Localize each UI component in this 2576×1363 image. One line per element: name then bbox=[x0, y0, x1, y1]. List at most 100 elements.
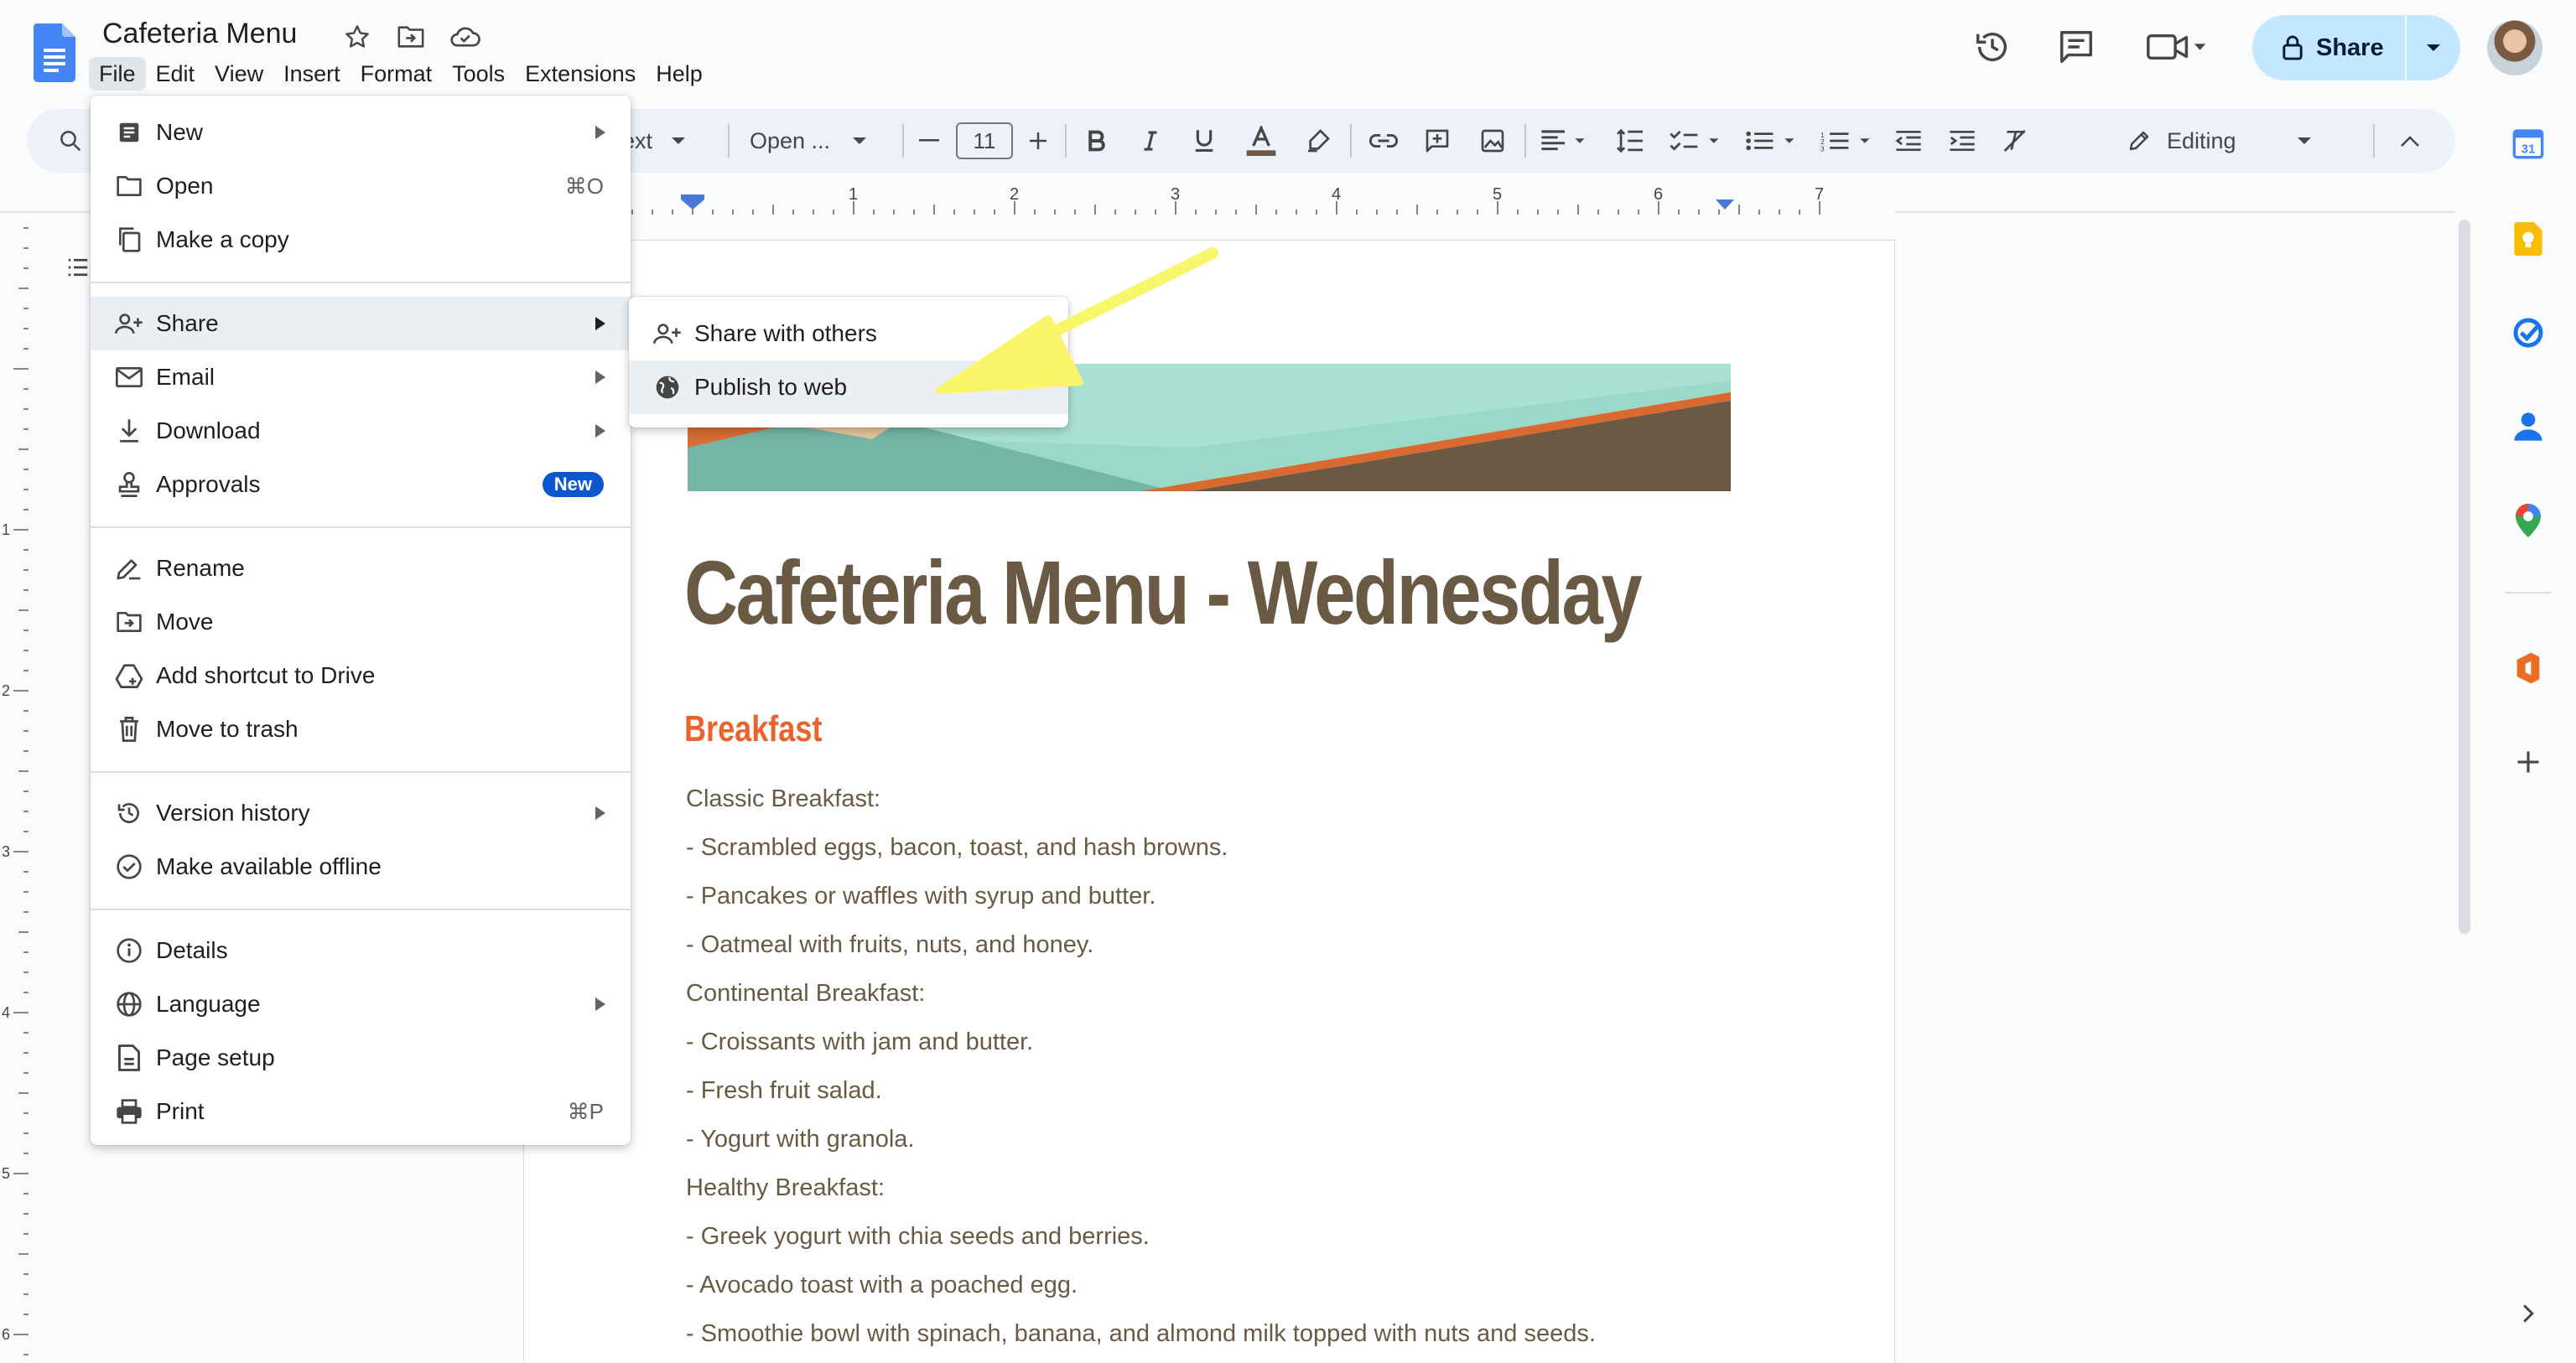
menu-item-print[interactable]: Print ⌘P bbox=[91, 1085, 631, 1138]
section-heading: Breakfast bbox=[684, 708, 823, 749]
decrease-font-size-button[interactable] bbox=[916, 124, 943, 158]
move-folder-icon bbox=[112, 605, 146, 639]
increase-indent-icon[interactable] bbox=[1945, 124, 1979, 158]
menu-item-approvals[interactable]: Approvals New bbox=[91, 458, 631, 511]
numbered-list-icon[interactable]: 123 bbox=[1818, 124, 1877, 158]
share-button[interactable]: Share bbox=[2252, 15, 2460, 80]
editing-mode-dropdown[interactable]: Editing bbox=[2127, 124, 2345, 158]
menu-item-label: Make available offline bbox=[156, 853, 382, 879]
maps-icon[interactable] bbox=[2507, 500, 2549, 542]
chevron-right-icon[interactable] bbox=[2507, 1293, 2549, 1334]
mail-icon bbox=[112, 360, 146, 394]
insert-image-icon[interactable] bbox=[1476, 124, 1509, 158]
office-addon-icon[interactable] bbox=[2507, 647, 2549, 689]
menu-item-language[interactable]: Language bbox=[91, 977, 631, 1031]
vertical-ruler[interactable]: 1 2 3 4 5 6 bbox=[0, 213, 29, 1363]
copy-icon bbox=[112, 223, 146, 257]
menu-item-make-copy[interactable]: Make a copy bbox=[91, 213, 631, 267]
share-button-label: Share bbox=[2316, 34, 2384, 61]
menu-view[interactable]: View bbox=[205, 57, 273, 91]
checklist-icon[interactable] bbox=[1667, 124, 1726, 158]
menu-item-rename[interactable]: Rename bbox=[91, 542, 631, 595]
increase-font-size-button[interactable] bbox=[1025, 124, 1052, 158]
menu-item-label: Email bbox=[156, 364, 216, 390]
menu-file[interactable]: File bbox=[89, 57, 146, 91]
share-dropdown-button[interactable] bbox=[2407, 43, 2460, 53]
menu-insert[interactable]: Insert bbox=[273, 57, 351, 91]
ruler-number: 6 bbox=[1654, 185, 1663, 204]
move-folder-icon[interactable] bbox=[394, 20, 428, 54]
menu-item-label: Language bbox=[156, 991, 261, 1017]
body-line: - Pancakes or waffles with syrup and but… bbox=[686, 883, 1156, 910]
search-menus-icon[interactable] bbox=[54, 124, 87, 158]
ruler-number: 2 bbox=[1010, 185, 1019, 204]
body-line: Classic Breakfast: bbox=[686, 785, 881, 812]
submenu-arrow-icon bbox=[595, 317, 605, 330]
version-history-icon[interactable] bbox=[1971, 25, 2014, 69]
font-dropdown[interactable]: Open ... bbox=[750, 124, 884, 158]
chevron-down-icon bbox=[853, 137, 867, 144]
body-line: - Scrambled eggs, bacon, toast, and hash… bbox=[686, 834, 1228, 861]
star-icon[interactable] bbox=[340, 20, 374, 54]
trash-icon bbox=[112, 713, 146, 746]
menu-item-move[interactable]: Move bbox=[91, 595, 631, 649]
bold-button[interactable] bbox=[1082, 124, 1112, 158]
menu-item-version-history[interactable]: Version history bbox=[91, 786, 631, 840]
document-title[interactable]: Cafeteria Menu bbox=[102, 15, 297, 52]
add-addon-icon[interactable] bbox=[2507, 741, 2549, 783]
menu-format[interactable]: Format bbox=[351, 57, 443, 91]
keep-icon[interactable] bbox=[2507, 218, 2549, 260]
line-spacing-icon[interactable] bbox=[1613, 124, 1647, 158]
docs-logo-icon[interactable] bbox=[34, 23, 75, 82]
menu-edit[interactable]: Edit bbox=[146, 57, 205, 91]
menu-item-label: Make a copy bbox=[156, 226, 289, 252]
submenu-arrow-icon bbox=[595, 998, 605, 1011]
tasks-icon[interactable] bbox=[2507, 312, 2549, 354]
decrease-indent-icon[interactable] bbox=[1892, 124, 1925, 158]
ruler-number: 1 bbox=[849, 185, 858, 204]
bulleted-list-icon[interactable] bbox=[1742, 124, 1801, 158]
paragraph-style-dropdown[interactable]: ext bbox=[622, 124, 714, 158]
menu-item-page-setup[interactable]: Page setup bbox=[91, 1031, 631, 1085]
globe-icon bbox=[112, 987, 146, 1021]
menu-help[interactable]: Help bbox=[646, 57, 713, 91]
font-size-input[interactable]: 11 bbox=[956, 122, 1013, 159]
stamp-icon bbox=[112, 468, 146, 501]
scrollbar[interactable] bbox=[2459, 220, 2470, 934]
comments-icon[interactable] bbox=[2054, 25, 2098, 69]
clear-formatting-icon[interactable] bbox=[1999, 124, 2033, 158]
meet-video-icon[interactable] bbox=[2143, 25, 2210, 69]
menu-item-download[interactable]: Download bbox=[91, 404, 631, 458]
highlight-color-icon[interactable] bbox=[1301, 124, 1335, 158]
body-line: Continental Breakfast: bbox=[686, 980, 926, 1007]
font-name-label: Open ... bbox=[750, 127, 831, 153]
horizontal-ruler[interactable]: 1 2 3 4 5 6 7 bbox=[604, 184, 1895, 215]
body-line: - Oatmeal with fruits, nuts, and honey. bbox=[686, 931, 1094, 958]
calendar-icon[interactable]: 31 bbox=[2507, 122, 2549, 164]
contacts-icon[interactable] bbox=[2507, 406, 2549, 448]
menu-item-label: Rename bbox=[156, 555, 245, 581]
menu-item-add-shortcut[interactable]: Add shortcut to Drive bbox=[91, 649, 631, 702]
text-color-button[interactable] bbox=[1243, 124, 1280, 158]
align-left-icon[interactable] bbox=[1540, 124, 1590, 158]
menu-item-share[interactable]: Share bbox=[91, 297, 631, 350]
menu-item-details[interactable]: Details bbox=[91, 924, 631, 977]
submenu-arrow-icon bbox=[595, 126, 605, 139]
menu-item-trash[interactable]: Move to trash bbox=[91, 702, 631, 756]
menu-item-email[interactable]: Email bbox=[91, 350, 631, 404]
menu-item-new[interactable]: New bbox=[91, 106, 631, 159]
underline-button[interactable] bbox=[1189, 124, 1219, 158]
italic-button[interactable] bbox=[1135, 124, 1166, 158]
file-menu: New Open ⌘O Make a copy Share Email Down… bbox=[91, 96, 631, 1145]
hide-menus-chevron-up-icon[interactable] bbox=[2393, 124, 2427, 158]
add-comment-icon[interactable] bbox=[1420, 124, 1454, 158]
insert-link-icon[interactable] bbox=[1367, 124, 1400, 158]
avatar[interactable] bbox=[2487, 20, 2542, 75]
cloud-saved-icon[interactable] bbox=[448, 20, 481, 54]
menu-item-offline[interactable]: Make available offline bbox=[91, 840, 631, 894]
shortcut-label: ⌘P bbox=[567, 1098, 604, 1124]
menu-tools[interactable]: Tools bbox=[442, 57, 515, 91]
menu-item-open[interactable]: Open ⌘O bbox=[91, 159, 631, 213]
body-line: - Croissants with jam and butter. bbox=[686, 1029, 1034, 1055]
menu-extensions[interactable]: Extensions bbox=[515, 57, 646, 91]
